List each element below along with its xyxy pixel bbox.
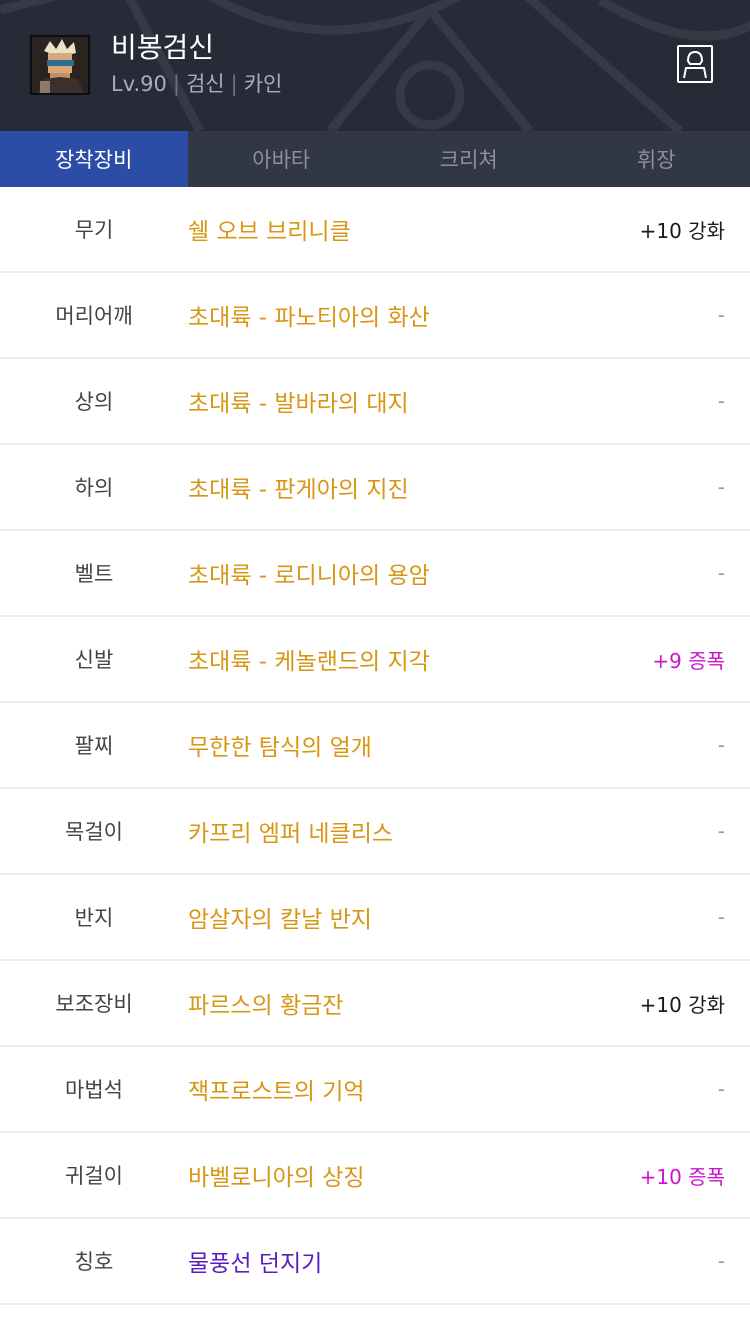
character-name: 비봉검신 <box>111 31 215 64</box>
equipment-upgrade-status: +10 강화 <box>639 992 725 1017</box>
tab-creature[interactable]: 크리쳐 <box>375 131 563 187</box>
character-job: 검신 <box>185 72 225 96</box>
equipment-slot-label: 목걸이 <box>65 820 123 844</box>
equipment-item-name[interactable]: 초대륙 - 발바라의 대지 <box>188 384 750 418</box>
equipment-upgrade-status: - <box>717 303 725 327</box>
equipment-slot-label: 머리어깨 <box>55 304 133 328</box>
equipment-row[interactable]: 칭호 물풍선 던지기 - <box>0 1219 750 1305</box>
equipment-row[interactable]: 반지 암살자의 칼날 반지 - <box>0 875 750 961</box>
equipment-row[interactable]: 마법석 잭프로스트의 기억 - <box>0 1047 750 1133</box>
equipment-upgrade-status: - <box>717 819 725 843</box>
equipment-upgrade-status: - <box>717 1249 725 1273</box>
equipment-row[interactable]: 신발 초대륙 - 케놀랜드의 지각 +9 증폭 <box>0 617 750 703</box>
equipment-upgrade-status: - <box>717 1077 725 1101</box>
equipment-upgrade-status: +10 강화 <box>639 218 725 243</box>
equipment-row[interactable]: 하의 초대륙 - 판게아의 지진 - <box>0 445 750 531</box>
equipment-item-name[interactable]: 물풍선 던지기 <box>188 1244 750 1278</box>
equipment-slot-label: 칭호 <box>74 1250 114 1274</box>
equipment-item-name[interactable]: 초대륙 - 파노티아의 화산 <box>188 298 750 332</box>
equipment-list: 무기 쉘 오브 브리니클 +10 강화 머리어깨 초대륙 - 파노티아의 화산 - 상의 초대… <box>0 187 750 1305</box>
equipment-tabs: 장착장비 아바타 크리쳐 휘장 <box>0 131 750 187</box>
equipment-row[interactable]: 벨트 초대륙 - 로디니아의 용암 - <box>0 531 750 617</box>
equipment-row[interactable]: 무기 쉘 오브 브리니클 +10 강화 <box>0 187 750 273</box>
profile-button[interactable] <box>677 45 713 83</box>
equipment-upgrade-status: - <box>717 905 725 929</box>
tab-equipped[interactable]: 장착장비 <box>0 131 188 187</box>
tab-emblem[interactable]: 휘장 <box>563 131 750 187</box>
character-level: Lv.90 <box>111 72 167 96</box>
equipment-slot-label: 팔찌 <box>74 734 114 758</box>
equipment-row[interactable]: 머리어깨 초대륙 - 파노티아의 화산 - <box>0 273 750 359</box>
equipment-upgrade-status: +9 증폭 <box>652 648 725 673</box>
equipment-upgrade-status: - <box>717 475 725 499</box>
info-separator: | <box>172 72 180 96</box>
equipment-upgrade-status: - <box>717 733 725 757</box>
info-separator: | <box>230 72 238 96</box>
equipment-row[interactable]: 팔찌 무한한 탐식의 얼개 - <box>0 703 750 789</box>
equipment-slot-label: 하의 <box>74 476 114 500</box>
equipment-slot-label: 보조장비 <box>55 992 133 1016</box>
equipment-upgrade-status: +10 증폭 <box>639 1164 725 1189</box>
equipment-item-name[interactable]: 초대륙 - 로디니아의 용암 <box>188 556 750 590</box>
equipment-slot-label: 마법석 <box>65 1078 123 1102</box>
equipment-row[interactable]: 보조장비 파르스의 황금잔 +10 강화 <box>0 961 750 1047</box>
equipment-slot-label: 귀걸이 <box>65 1164 123 1188</box>
equipment-item-name[interactable]: 암살자의 칼날 반지 <box>188 900 750 934</box>
equipment-upgrade-status: - <box>717 561 725 585</box>
equipment-upgrade-status: - <box>717 389 725 413</box>
equipment-slot-label: 벨트 <box>74 562 114 586</box>
equipment-slot-label: 상의 <box>74 390 114 414</box>
character-avatar[interactable] <box>30 35 90 95</box>
equipment-row[interactable]: 목걸이 카프리 엠퍼 네클리스 - <box>0 789 750 875</box>
character-server: 카인 <box>243 72 283 96</box>
equipment-item-name[interactable]: 카프리 엠퍼 네클리스 <box>188 814 750 848</box>
equipment-slot-label: 반지 <box>74 906 114 930</box>
equipment-item-name[interactable]: 무한한 탐식의 얼개 <box>188 728 750 762</box>
person-icon <box>683 50 707 79</box>
character-info: Lv.90 | 검신 | 카인 <box>111 70 282 98</box>
equipment-slot-label: 신발 <box>74 648 114 672</box>
tab-avatar[interactable]: 아바타 <box>188 131 376 187</box>
equipment-row[interactable]: 귀걸이 바벨로니아의 상징 +10 증폭 <box>0 1133 750 1219</box>
equipment-slot-label: 무기 <box>74 218 114 242</box>
character-header: 비봉검신 Lv.90 | 검신 | 카인 <box>0 0 750 131</box>
equipment-item-name[interactable]: 초대륙 - 판게아의 지진 <box>188 470 750 504</box>
equipment-row[interactable]: 상의 초대륙 - 발바라의 대지 - <box>0 359 750 445</box>
equipment-item-name[interactable]: 잭프로스트의 기억 <box>188 1072 750 1106</box>
